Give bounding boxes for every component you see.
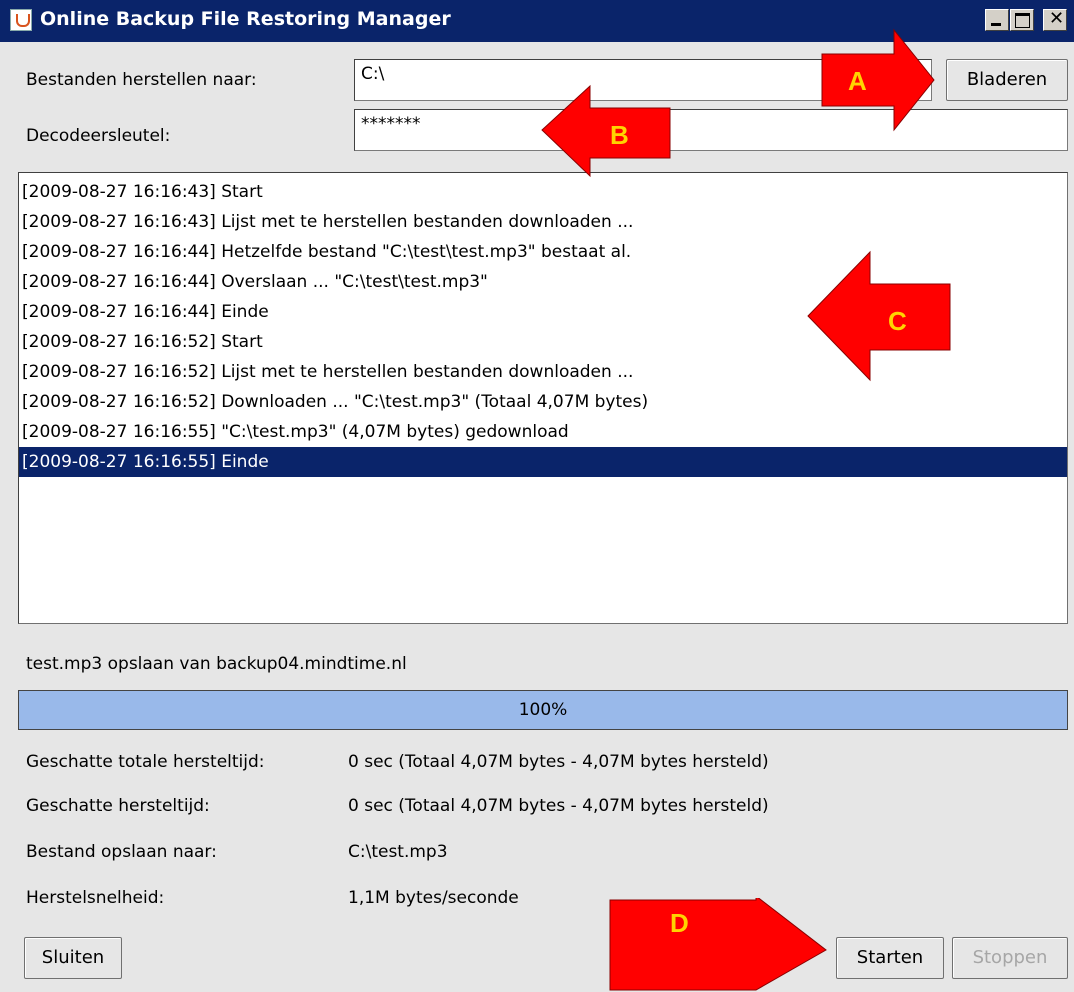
annotation-letter-b: B bbox=[610, 120, 629, 150]
close-icon: ✕ bbox=[1049, 8, 1065, 29]
progress-label: 100% bbox=[518, 700, 568, 720]
minimize-button[interactable] bbox=[985, 9, 1009, 31]
annotation-arrow-b: B bbox=[541, 84, 671, 178]
annotation-letter-c: C bbox=[888, 306, 907, 336]
log-line[interactable]: [2009-08-27 16:16:55] "C:\test.mp3" (4,0… bbox=[19, 417, 1067, 447]
log-list[interactable]: [2009-08-27 16:16:43] Start [2009-08-27 1… bbox=[18, 172, 1068, 624]
log-line[interactable]: [2009-08-27 16:16:55] Einde bbox=[19, 447, 1067, 477]
save-to-label: Bestand opslaan naar: bbox=[26, 842, 217, 862]
save-to-value: C:\test.mp3 bbox=[348, 842, 448, 862]
total-time-label: Geschatte totale hersteltijd: bbox=[26, 752, 265, 772]
annotation-letter-a: A bbox=[848, 66, 867, 96]
speed-label: Herstelsnelheid: bbox=[26, 888, 165, 908]
close-button[interactable]: Sluiten bbox=[24, 937, 122, 979]
current-file-status: test.mp3 opslaan van backup04.mindtime.n… bbox=[26, 654, 407, 674]
log-line[interactable]: [2009-08-27 16:16:43] Start bbox=[19, 177, 1067, 207]
stop-button[interactable]: Stoppen bbox=[952, 937, 1068, 979]
total-time-value: 0 sec (Totaal 4,07M bytes - 4,07M bytes … bbox=[348, 752, 769, 772]
speed-value: 1,1M bytes/seconde bbox=[348, 888, 519, 908]
java-cup-icon bbox=[10, 9, 32, 31]
annotation-letter-d: D bbox=[670, 908, 689, 938]
start-button[interactable]: Starten bbox=[836, 937, 944, 979]
annotation-arrow-a: A bbox=[821, 28, 935, 132]
log-line[interactable]: [2009-08-27 16:16:43] Lijst met te herst… bbox=[19, 207, 1067, 237]
log-line[interactable]: [2009-08-27 16:16:52] Downloaden ... "C:… bbox=[19, 387, 1067, 417]
window-title: Online Backup File Restoring Manager bbox=[40, 8, 451, 30]
key-input[interactable]: ******* bbox=[354, 109, 1068, 151]
close-window-button[interactable]: ✕ bbox=[1043, 8, 1067, 31]
key-label: Decodeersleutel: bbox=[26, 126, 171, 146]
time-label: Geschatte hersteltijd: bbox=[26, 796, 210, 816]
time-value: 0 sec (Totaal 4,07M bytes - 4,07M bytes … bbox=[348, 796, 769, 816]
browse-button[interactable]: Bladeren bbox=[946, 59, 1068, 101]
progress-bar: 100% bbox=[18, 690, 1068, 730]
annotation-arrow-c: C bbox=[807, 250, 951, 382]
annotation-arrow-d: D bbox=[609, 898, 827, 991]
restore-to-label: Bestanden herstellen naar: bbox=[26, 70, 257, 90]
maximize-button[interactable] bbox=[1010, 9, 1034, 31]
